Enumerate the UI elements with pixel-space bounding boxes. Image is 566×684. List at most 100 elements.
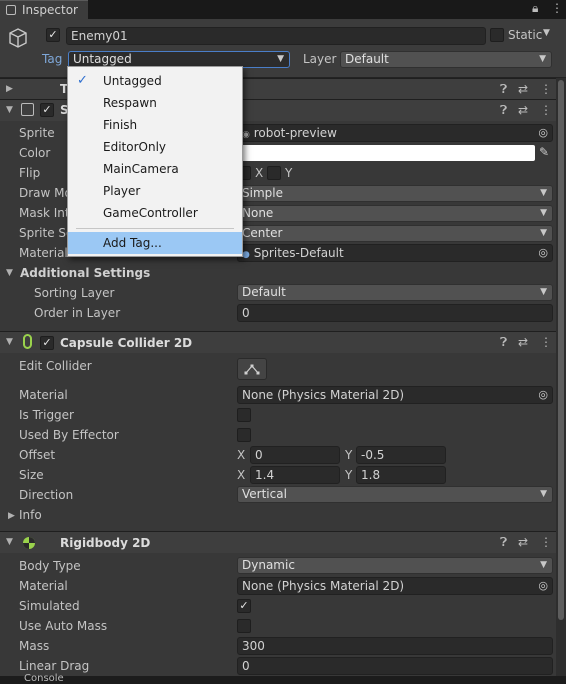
draw-mode-label: Draw Mo bbox=[19, 186, 72, 200]
help-icon[interactable]: ❓︎ bbox=[500, 103, 507, 118]
chevron-down-icon: ▼ bbox=[277, 54, 284, 64]
help-icon[interactable]: ❓︎ bbox=[500, 82, 507, 97]
help-icon[interactable]: ❓︎ bbox=[500, 535, 507, 550]
info-foldout-label[interactable]: Info bbox=[19, 508, 42, 522]
foldout-open-icon[interactable]: ▼ bbox=[6, 105, 13, 115]
static-dropdown-icon[interactable]: ▼ bbox=[543, 28, 550, 38]
menu-divider bbox=[76, 228, 234, 229]
mass-input[interactable]: 300 bbox=[237, 637, 553, 655]
menu-item-label: MainCamera bbox=[103, 162, 179, 176]
foldout-closed-icon[interactable]: ▶ bbox=[6, 84, 13, 94]
inspector-tab-icon bbox=[6, 5, 16, 15]
material-label: Material bbox=[19, 246, 68, 260]
menu-item-gamecontroller[interactable]: GameController bbox=[68, 202, 242, 224]
chevron-down-icon: ▼ bbox=[540, 208, 547, 218]
menu-item-maincamera[interactable]: MainCamera bbox=[68, 158, 242, 180]
offset-y-label: Y bbox=[345, 448, 353, 462]
menu-item-editoronly[interactable]: EditorOnly bbox=[68, 136, 242, 158]
presets-icon[interactable]: ⇄ bbox=[518, 535, 528, 549]
linear-drag-input[interactable]: 0 bbox=[237, 657, 553, 675]
presets-icon[interactable]: ⇄ bbox=[518, 103, 528, 117]
use-auto-mass-checkbox[interactable] bbox=[237, 619, 251, 633]
mask-value: None bbox=[242, 206, 274, 220]
size-y-input[interactable]: 1.8 bbox=[356, 466, 446, 484]
simulated-checkbox[interactable]: ✓ bbox=[237, 599, 251, 613]
mask-interaction-dropdown[interactable]: None ▼ bbox=[237, 205, 553, 222]
static-checkbox[interactable] bbox=[490, 28, 504, 42]
active-checkbox[interactable]: ✓ bbox=[46, 28, 60, 42]
foldout-open-icon[interactable]: ▼ bbox=[6, 268, 13, 278]
material-field[interactable]: ● Sprites-Default ◎ bbox=[237, 244, 553, 262]
flip-label: Flip bbox=[19, 166, 41, 180]
chevron-down-icon: ▼ bbox=[540, 188, 547, 198]
menu-item-label: Add Tag... bbox=[103, 236, 162, 250]
layer-dropdown[interactable]: Default ▼ bbox=[340, 51, 552, 68]
context-menu-icon[interactable]: ⋮ bbox=[540, 535, 552, 549]
rigidbody-title: Rigidbody 2D bbox=[60, 536, 151, 550]
presets-icon[interactable]: ⇄ bbox=[518, 335, 528, 349]
direction-dropdown[interactable]: Vertical ▼ bbox=[237, 486, 553, 503]
draw-mode-dropdown[interactable]: Simple ▼ bbox=[237, 185, 553, 202]
sorting-layer-dropdown[interactable]: Default ▼ bbox=[237, 284, 553, 301]
object-picker-icon[interactable]: ◎ bbox=[538, 245, 548, 261]
object-picker-icon[interactable]: ◎ bbox=[538, 125, 548, 141]
used-by-effector-checkbox[interactable] bbox=[237, 428, 251, 442]
sprite-label: Sprite bbox=[19, 126, 55, 140]
edit-collider-button[interactable] bbox=[237, 358, 267, 380]
object-name-input[interactable]: Enemy01 bbox=[66, 27, 486, 45]
rigidbody-material-value: None (Physics Material 2D) bbox=[242, 579, 405, 593]
order-in-layer-input[interactable]: 0 bbox=[237, 304, 553, 322]
foldout-open-icon[interactable]: ▼ bbox=[6, 537, 13, 547]
additional-settings-label[interactable]: Additional Settings bbox=[20, 266, 150, 280]
eyedropper-icon[interactable]: ✎ bbox=[539, 145, 549, 159]
simulated-label: Simulated bbox=[19, 599, 80, 613]
object-picker-icon[interactable]: ◎ bbox=[538, 578, 548, 594]
help-icon[interactable]: ❓︎ bbox=[500, 335, 507, 350]
size-label: Size bbox=[19, 468, 44, 482]
capsule-collider-enabled-checkbox[interactable]: ✓ bbox=[40, 336, 54, 350]
scrollbar-thumb[interactable] bbox=[558, 80, 564, 620]
menu-item-finish[interactable]: Finish bbox=[68, 114, 242, 136]
tab-inspector[interactable]: Inspector bbox=[0, 0, 88, 19]
menu-item-respawn[interactable]: Respawn bbox=[68, 92, 242, 114]
context-menu-icon[interactable]: ⋮ bbox=[540, 335, 552, 349]
offset-x-input[interactable]: 0 bbox=[250, 446, 340, 464]
capsule-collider-title: Capsule Collider 2D bbox=[60, 336, 193, 350]
context-menu-icon[interactable]: ⋮ bbox=[540, 82, 552, 96]
mass-label: Mass bbox=[19, 639, 50, 653]
menu-item-player[interactable]: Player bbox=[68, 180, 242, 202]
draw-mode-value: Simple bbox=[242, 186, 283, 200]
capsule-collider-header[interactable]: ▼ ✓ Capsule Collider 2D ❓︎ ⇄ ⋮ bbox=[0, 331, 566, 353]
sprite-value: robot-preview bbox=[253, 126, 337, 140]
layer-value: Default bbox=[345, 52, 389, 66]
menu-item-untagged[interactable]: ✓ Untagged bbox=[68, 70, 242, 92]
body-type-dropdown[interactable]: Dynamic ▼ bbox=[237, 557, 553, 574]
object-picker-icon[interactable]: ◎ bbox=[538, 387, 548, 403]
more-menu-icon[interactable]: ⋮ bbox=[551, 1, 563, 15]
lock-icon[interactable]: 🔒︎ bbox=[532, 1, 538, 16]
foldout-closed-icon[interactable]: ▶ bbox=[8, 511, 15, 521]
tag-label: Tag bbox=[42, 52, 63, 66]
scrollbar-track[interactable] bbox=[556, 78, 566, 676]
order-in-layer-label: Order in Layer bbox=[34, 306, 121, 320]
sprite-renderer-enabled-checkbox[interactable]: ✓ bbox=[40, 103, 54, 117]
is-trigger-checkbox[interactable] bbox=[237, 408, 251, 422]
presets-icon[interactable]: ⇄ bbox=[518, 82, 528, 96]
direction-value: Vertical bbox=[242, 487, 287, 501]
menu-item-add-tag[interactable]: Add Tag... bbox=[68, 232, 242, 254]
foldout-open-icon[interactable]: ▼ bbox=[6, 337, 13, 347]
tab-console[interactable]: Console bbox=[24, 674, 64, 684]
size-x-input[interactable]: 1.4 bbox=[250, 466, 340, 484]
sprite-sort-point-dropdown[interactable]: Center ▼ bbox=[237, 225, 553, 242]
flip-y-checkbox[interactable] bbox=[267, 166, 281, 180]
color-swatch[interactable] bbox=[237, 145, 535, 161]
menu-item-label: Finish bbox=[103, 118, 138, 132]
offset-y-input[interactable]: -0.5 bbox=[356, 446, 446, 464]
rigidbody-header[interactable]: ▼ Rigidbody 2D ❓︎ ⇄ ⋮ bbox=[0, 531, 566, 553]
sprite-asset-icon: ◉ bbox=[242, 130, 250, 140]
collider-material-field[interactable]: None (Physics Material 2D) ◎ bbox=[237, 386, 553, 404]
rigidbody-material-field[interactable]: None (Physics Material 2D) ◎ bbox=[237, 577, 553, 595]
flip-x-label: X bbox=[255, 166, 264, 180]
context-menu-icon[interactable]: ⋮ bbox=[540, 103, 552, 117]
sprite-field[interactable]: ◉ robot-preview ◎ bbox=[237, 124, 553, 142]
